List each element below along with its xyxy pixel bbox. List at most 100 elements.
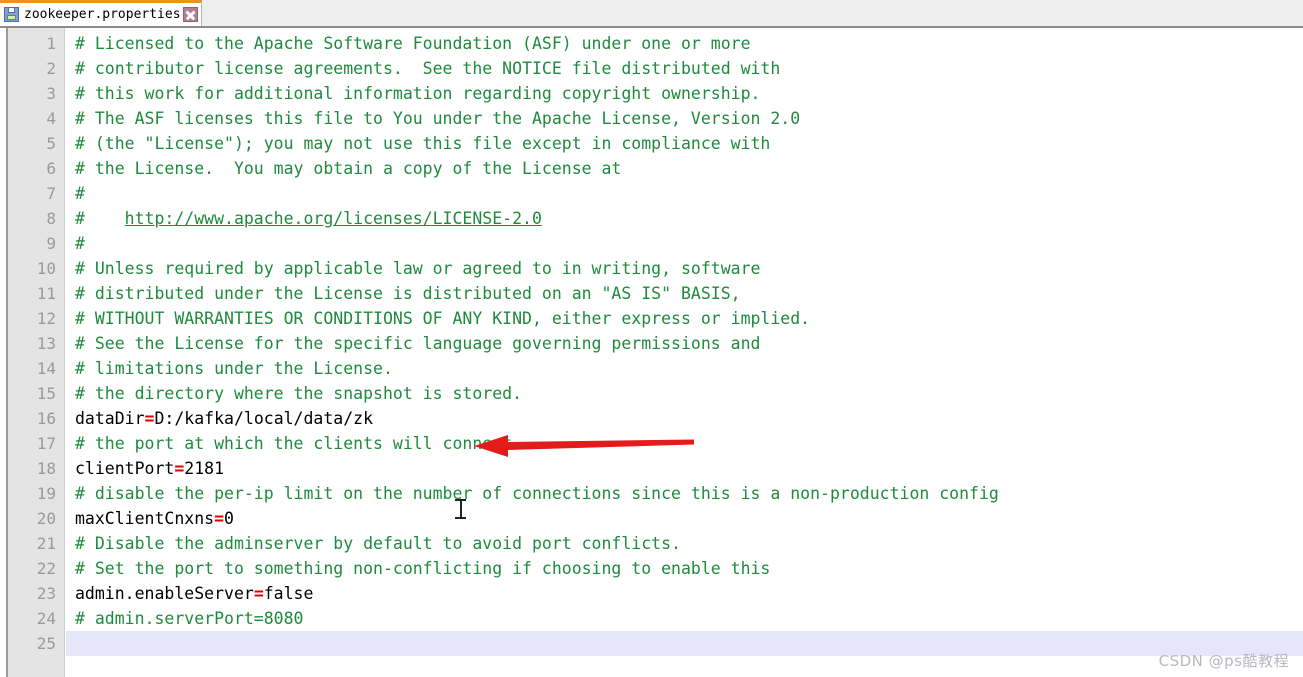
code-line-text: maxClientCnxns=0 [66,506,234,531]
code-line[interactable]: # the port at which the clients will con… [66,431,1303,456]
comment-text: # limitations under the License. [75,359,393,378]
csdn-watermark: CSDN @ps酷教程 [1158,652,1289,670]
comment-text: # Unless required by applicable law or a… [75,259,761,278]
line-number: 19 [36,484,56,503]
property-equals: = [144,409,155,428]
line-number: 25 [36,634,56,653]
code-line[interactable]: # distributed under the License is distr… [66,281,1303,306]
property-key: dataDir [75,409,145,428]
code-line-text: # Disable the adminserver by default to … [66,531,681,556]
line-number: 17 [36,434,56,453]
code-line[interactable]: # the License. You may obtain a copy of … [66,156,1303,181]
code-line-text: # this work for additional information r… [66,81,760,106]
comment-text: # Licensed to the Apache Software Founda… [75,34,751,53]
property-key: admin.enableServer [75,584,254,603]
code-line[interactable]: # (the "License"); you may not use this … [66,131,1303,156]
property-key: clientPort [75,459,175,478]
code-line[interactable]: # Disable the adminserver by default to … [66,531,1303,556]
line-number: 20 [36,509,56,528]
line-number: 9 [46,234,56,253]
line-number: 14 [36,359,56,378]
code-line-text: # [66,231,85,256]
comment-text: # disable the per-ip limit on the number… [75,484,999,503]
code-line-text: # [66,181,85,206]
property-value: false [263,584,314,603]
line-number: 15 [36,384,56,403]
property-equals: = [174,459,185,478]
code-line[interactable]: # the directory where the snapshot is st… [66,381,1303,406]
comment-text: # the License. You may obtain a copy of … [75,159,622,178]
line-number: 8 [46,209,56,228]
code-line[interactable]: # See the License for the specific langu… [66,331,1303,356]
line-number: 12 [36,309,56,328]
comment-text: # The ASF licenses this file to You unde… [75,109,801,128]
code-line[interactable]: # The ASF licenses this file to You unde… [66,106,1303,131]
code-line-text: # Set the port to something non-conflict… [66,556,770,581]
code-line-text: # The ASF licenses this file to You unde… [66,106,800,131]
line-number: 18 [36,459,56,478]
code-line-text: # admin.serverPort=8080 [66,606,303,631]
line-number: 6 [46,159,56,178]
code-line[interactable]: # limitations under the License. [66,356,1303,381]
property-equals: = [214,509,225,528]
code-line[interactable]: clientPort=2181 [66,456,1303,481]
line-number: 16 [36,409,56,428]
code-line[interactable]: # WITHOUT WARRANTIES OR CONDITIONS OF AN… [66,306,1303,331]
comment-text: # [75,184,85,203]
comment-text: # See the License for the specific langu… [75,334,761,353]
code-line-text: # the License. You may obtain a copy of … [66,156,621,181]
tab-title: zookeeper.properties [24,6,181,22]
code-line[interactable]: # Licensed to the Apache Software Founda… [66,31,1303,56]
line-number: 23 [36,584,56,603]
code-line[interactable] [66,631,1303,656]
code-line[interactable]: # [66,181,1303,206]
comment-text: # WITHOUT WARRANTIES OR CONDITIONS OF AN… [75,309,811,328]
code-line-text: # disable the per-ip limit on the number… [66,481,999,506]
code-line[interactable]: # admin.serverPort=8080 [66,606,1303,631]
code-line-text: # Unless required by applicable law or a… [66,256,760,281]
code-line-text: dataDir=D:/kafka/local/data/zk [66,406,373,431]
tab-bar: zookeeper.properties [0,0,1303,26]
code-line-text: clientPort=2181 [66,456,224,481]
code-line[interactable]: # this work for additional information r… [66,81,1303,106]
code-line[interactable]: # Set the port to something non-conflict… [66,556,1303,581]
code-line[interactable]: # Unless required by applicable law or a… [66,256,1303,281]
line-number: 5 [46,134,56,153]
comment-text: # contributor license agreements. See th… [75,59,781,78]
code-line[interactable]: # disable the per-ip limit on the number… [66,481,1303,506]
line-number: 3 [46,84,56,103]
editor-body[interactable]: 1 2 3 4 5 6 7 8 9 10 11 12 13 14 15 16 17 18 19 20 21 22 23 24 2… [6,28,1303,677]
property-key: maxClientCnxns [75,509,215,528]
comment-text: # admin.serverPort=8080 [75,609,304,628]
property-equals: = [253,584,264,603]
property-value: D:/kafka/local/data/zk [154,409,374,428]
code-line-text: # the port at which the clients will con… [66,431,512,456]
code-line[interactable]: # http://www.apache.org/licenses/LICENSE… [66,206,1303,231]
code-line[interactable]: admin.enableServer=false [66,581,1303,606]
line-number: 7 [46,184,56,203]
license-url-link[interactable]: http://www.apache.org/licenses/LICENSE-2… [125,209,542,228]
code-line[interactable]: # contributor license agreements. See th… [66,56,1303,81]
tab-zookeeper-properties[interactable]: zookeeper.properties [0,0,202,26]
editor-window: zookeeper.properties 1 2 3 4 5 6 7 8 9 10 11 12 13 14… [0,0,1303,677]
line-number-gutter: 1 2 3 4 5 6 7 8 9 10 11 12 13 14 15 16 17 18 19 20 21 22 23 24 2… [8,28,65,677]
code-line-text: # the directory where the snapshot is st… [66,381,522,406]
code-line-text: # WITHOUT WARRANTIES OR CONDITIONS OF AN… [66,306,810,331]
comment-text: # [75,209,125,228]
line-number: 1 [46,34,56,53]
code-line-text: # http://www.apache.org/licenses/LICENSE… [66,206,542,231]
line-number: 21 [36,534,56,553]
code-area[interactable]: # Licensed to the Apache Software Founda… [66,28,1303,677]
code-line[interactable]: # [66,231,1303,256]
code-line[interactable]: maxClientCnxns=0 [66,506,1303,531]
line-number: 11 [36,284,56,303]
close-icon[interactable] [182,7,198,22]
code-line-text: # See the License for the specific langu… [66,331,760,356]
code-line-text: # contributor license agreements. See th… [66,56,780,81]
code-line[interactable]: dataDir=D:/kafka/local/data/zk [66,406,1303,431]
line-number: 4 [46,109,56,128]
line-number: 2 [46,59,56,78]
comment-text: # distributed under the License is distr… [75,284,741,303]
editor-frame: 1 2 3 4 5 6 7 8 9 10 11 12 13 14 15 16 17 18 19 20 21 22 23 24 2… [0,26,1303,677]
comment-text: # the port at which the clients will con… [75,434,513,453]
